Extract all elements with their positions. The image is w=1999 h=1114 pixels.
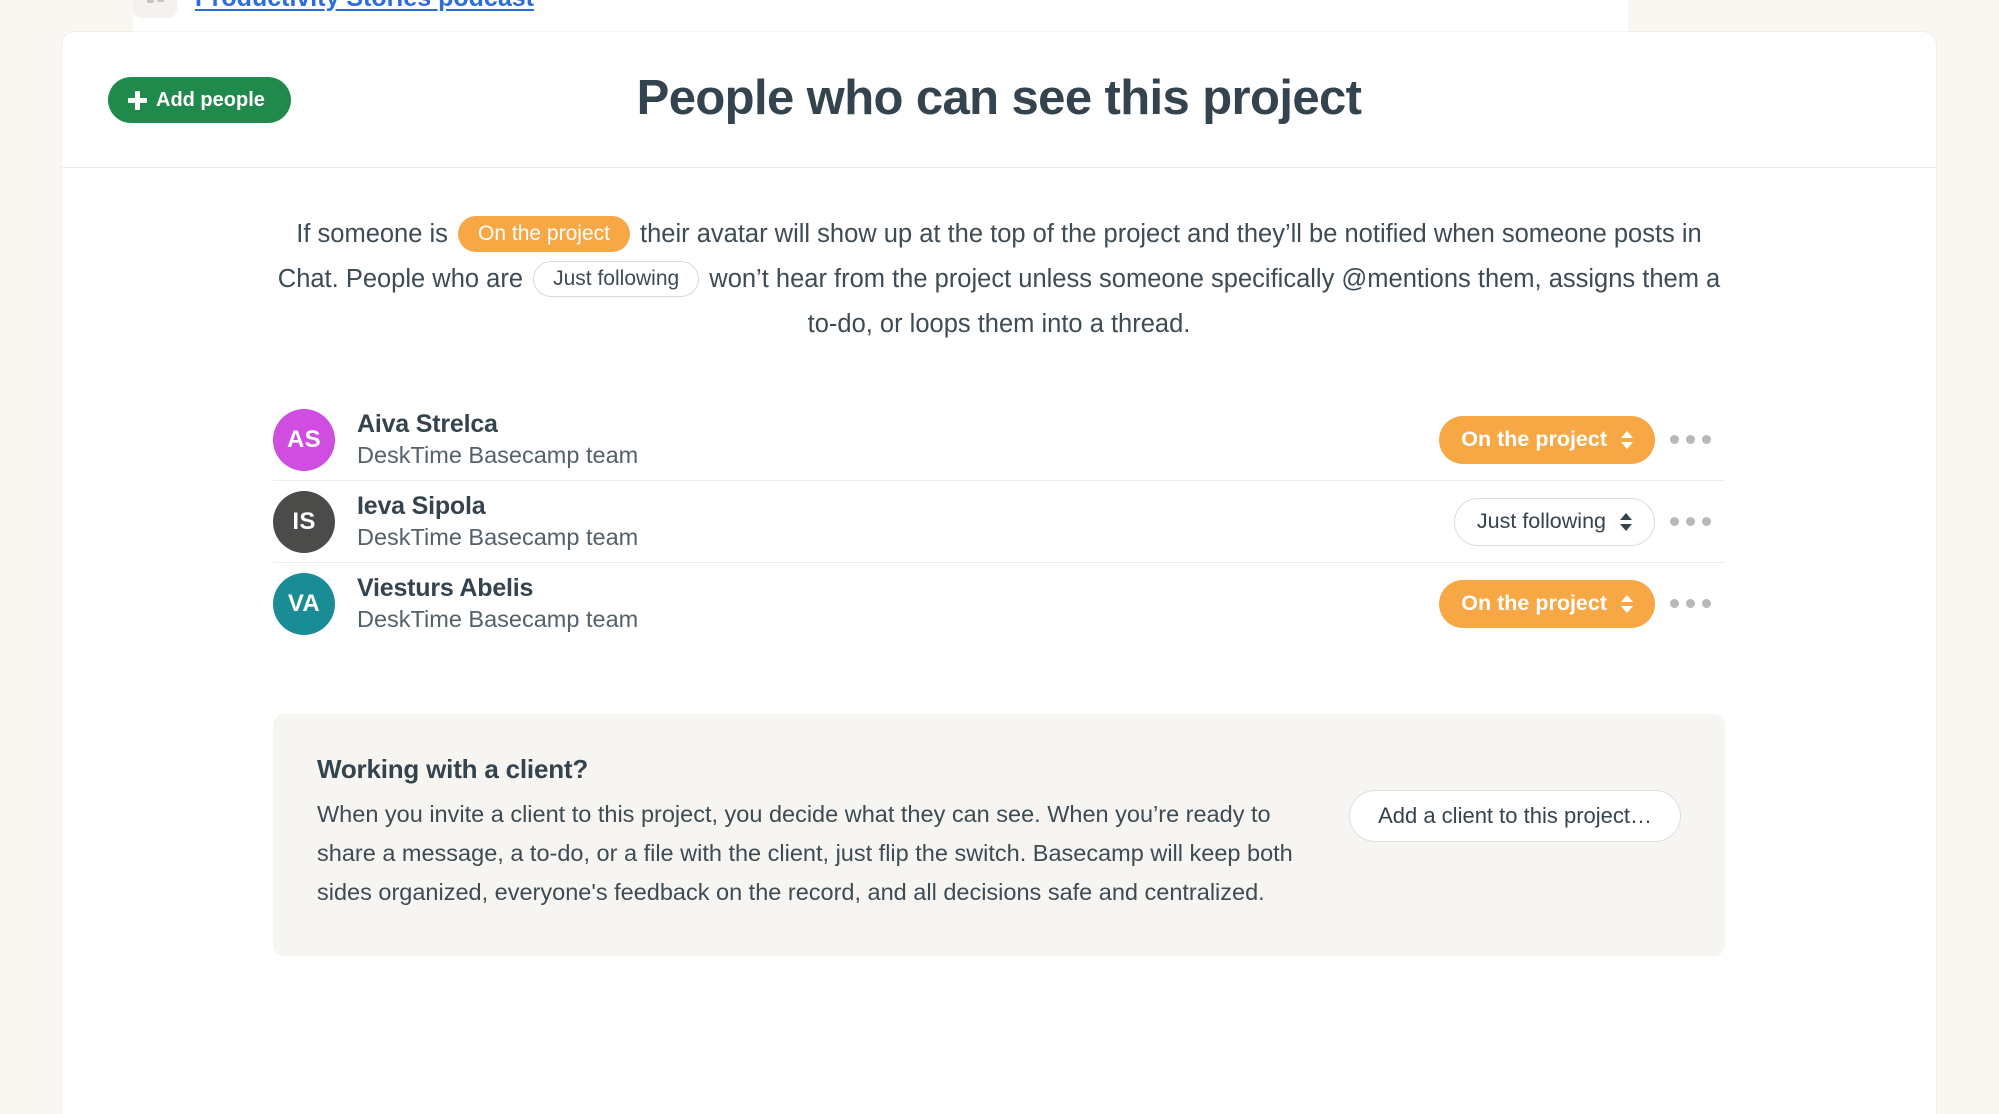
intro-paragraph: If someone is On the project their avata… [264,212,1734,347]
table-row: VA Viesturs Abelis DeskTime Basecamp tea… [273,563,1725,644]
person-name: Aiva Strelca [357,409,498,438]
person-team: DeskTime Basecamp team [357,605,639,632]
row-more-options-icon[interactable] [1655,599,1725,608]
person-info: Aiva Strelca DeskTime Basecamp team [357,409,1439,471]
people-list: AS Aiva Strelca DeskTime Basecamp team O… [273,399,1725,644]
role-select-value: Just following [1476,509,1606,533]
person-name: Viesturs Abelis [357,573,534,602]
role-select-value: On the project [1461,591,1607,615]
role-select[interactable]: On the project [1439,415,1655,464]
client-callout-body: When you invite a client to this project… [317,801,1293,905]
row-more-options-icon[interactable] [1655,435,1725,444]
grid-icon [133,0,177,18]
chevron-updown-icon [1621,594,1633,613]
table-row: AS Aiva Strelca DeskTime Basecamp team O… [273,399,1725,481]
person-team: DeskTime Basecamp team [357,523,639,550]
client-callout: Working with a client? When you invite a… [273,714,1725,956]
badge-on-the-project: On the project [458,216,630,253]
chevron-updown-icon [1621,430,1633,449]
panel-header: Add people People who can see this proje… [62,32,1936,168]
add-client-button[interactable]: Add a client to this project… [1349,790,1681,842]
badge-just-following: Just following [533,261,700,298]
client-callout-title: Working with a client? [317,754,589,784]
person-name: Ieva Sipola [357,491,486,520]
person-info: Viesturs Abelis DeskTime Basecamp team [357,573,1439,635]
productivity-stories-podcast-link[interactable]: Productivity Stories podcast [195,0,534,13]
intro-text-3: won’t hear from the project unless someo… [709,265,1721,338]
person-info: Ieva Sipola DeskTime Basecamp team [357,491,1454,553]
clipped-top-row: Productivity Stories podcast [133,0,1628,34]
row-more-options-icon[interactable] [1655,517,1725,526]
avatar: IS [273,490,335,553]
panel-body: If someone is On the project their avata… [62,212,1936,956]
avatar: VA [273,572,335,635]
role-select[interactable]: Just following [1453,497,1655,546]
people-panel-card: Add people People who can see this proje… [62,32,1936,1114]
client-callout-copy: Working with a client? When you invite a… [317,754,1307,912]
role-select[interactable]: On the project [1439,579,1655,628]
person-team: DeskTime Basecamp team [357,441,639,468]
page-title: People who can see this project [636,71,1362,125]
chevron-updown-icon [1620,512,1632,531]
client-callout-action: Add a client to this project… [1307,754,1681,842]
table-row: IS Ieva Sipola DeskTime Basecamp team Ju… [273,481,1725,563]
role-select-value: On the project [1461,427,1607,451]
avatar: AS [273,408,335,471]
intro-text-1: If someone is [296,220,448,248]
